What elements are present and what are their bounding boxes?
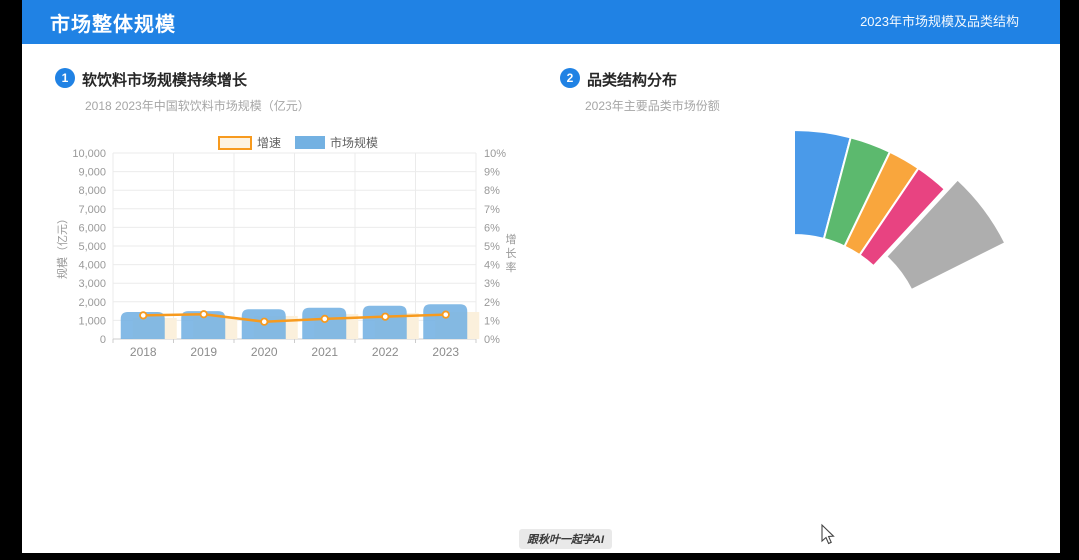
svg-text:2021: 2021 bbox=[311, 345, 338, 359]
svg-text:长: 长 bbox=[506, 247, 517, 260]
svg-text:4%: 4% bbox=[484, 260, 500, 272]
svg-text:6%: 6% bbox=[484, 222, 500, 234]
svg-text:2018: 2018 bbox=[130, 345, 157, 359]
section-2-badge: 2 bbox=[560, 68, 580, 88]
svg-text:增: 增 bbox=[506, 232, 517, 246]
svg-text:10,000: 10,000 bbox=[72, 148, 106, 160]
watermark-badge: 跟秋叶一起学AI bbox=[519, 529, 612, 549]
svg-text:3%: 3% bbox=[484, 278, 500, 290]
svg-text:规模（亿元）: 规模（亿元） bbox=[55, 213, 69, 279]
section-2-title: 品类结构分布 bbox=[587, 69, 677, 90]
svg-text:1,000: 1,000 bbox=[78, 315, 106, 327]
svg-text:5,000: 5,000 bbox=[78, 241, 106, 253]
svg-text:3,000: 3,000 bbox=[78, 278, 106, 290]
svg-text:2,000: 2,000 bbox=[78, 297, 106, 309]
svg-text:2%: 2% bbox=[484, 297, 500, 309]
svg-text:2019: 2019 bbox=[190, 345, 217, 359]
svg-text:10%: 10% bbox=[484, 148, 506, 160]
category-share-pie-chart[interactable] bbox=[640, 100, 1070, 380]
header-subtitle: 2023年市场规模及品类结构 bbox=[860, 11, 1019, 30]
svg-text:4,000: 4,000 bbox=[78, 260, 106, 272]
svg-text:0%: 0% bbox=[484, 334, 500, 346]
letterbox-left bbox=[0, 0, 22, 560]
page-title: 市场整体规模 bbox=[50, 8, 176, 37]
svg-text:2020: 2020 bbox=[251, 345, 278, 359]
svg-text:9%: 9% bbox=[484, 167, 500, 179]
svg-text:8,000: 8,000 bbox=[78, 185, 106, 197]
market-size-bar-chart[interactable]: 10,000 10% 9,000 9% 8,000 8% 7,000 7% 6,000 6% 5,0… bbox=[40, 125, 550, 375]
svg-text:7,000: 7,000 bbox=[78, 204, 106, 216]
svg-text:5%: 5% bbox=[484, 241, 500, 253]
slide-header: 市场整体规模 2023年市场规模及品类结构 bbox=[22, 0, 1060, 44]
slide-canvas: 市场整体规模 2023年市场规模及品类结构 1 软饮料市场规模持续增长 2018… bbox=[0, 0, 1079, 560]
svg-text:7%: 7% bbox=[484, 204, 500, 216]
mouse-cursor-icon bbox=[819, 523, 837, 547]
svg-text:0: 0 bbox=[100, 334, 106, 346]
section-1-subtitle: 2018 2023年中国软饮料市场规模（亿元） bbox=[85, 97, 310, 114]
section-1-badge: 1 bbox=[55, 68, 75, 88]
svg-text:8%: 8% bbox=[484, 185, 500, 197]
svg-text:1%: 1% bbox=[484, 315, 500, 327]
letterbox-bottom bbox=[0, 553, 1079, 560]
svg-text:2023: 2023 bbox=[432, 345, 459, 359]
section-1-title: 软饮料市场规模持续增长 bbox=[82, 69, 247, 90]
svg-text:率: 率 bbox=[506, 260, 517, 274]
svg-text:6,000: 6,000 bbox=[78, 222, 106, 234]
svg-text:9,000: 9,000 bbox=[78, 167, 106, 179]
svg-text:2022: 2022 bbox=[372, 345, 399, 359]
